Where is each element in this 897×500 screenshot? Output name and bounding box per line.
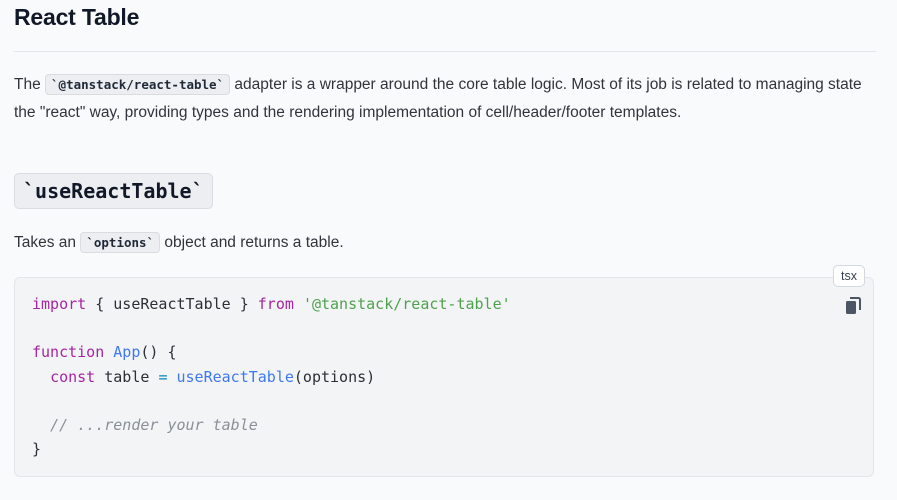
code-content: import { useReactTable } from '@tanstack… [32, 292, 511, 461]
code-token: import [32, 295, 87, 313]
package-name-code: `@tanstack/react-table` [45, 74, 231, 95]
code-block: tsx import { useReactTable } from '@tans… [14, 265, 874, 477]
options-code: `options` [80, 232, 161, 253]
code-token: App [113, 343, 141, 362]
code-token: function [32, 343, 105, 362]
code-token: const [50, 367, 96, 386]
code-token: from [257, 295, 294, 313]
code-token: () { [140, 343, 177, 362]
code-token: { useReactTable } [86, 295, 258, 313]
section-heading: `useReactTable` [14, 173, 213, 209]
section-desc-suffix: object and returns a table. [160, 234, 344, 251]
copy-button[interactable] [845, 297, 861, 315]
page-title: React Table [14, 4, 140, 30]
code-token: (options) [293, 367, 376, 386]
section-description: Takes an `options` object and returns a … [14, 232, 344, 254]
code-token: '@tanstack/react-table' [302, 295, 511, 313]
language-badge: tsx [833, 265, 865, 287]
copy-icon [846, 297, 861, 314]
title-divider [14, 51, 876, 52]
code-comment: // ...render your table [50, 416, 258, 435]
intro-prefix: The [14, 76, 46, 93]
section-desc-prefix: Takes an [14, 234, 81, 251]
intro-paragraph: The `@tanstack/react-table` adapter is a… [14, 71, 874, 127]
code-token: table [95, 367, 159, 386]
code-token: = [158, 367, 168, 386]
code-token: useReactTable [176, 367, 294, 386]
code-token: } [32, 440, 42, 459]
